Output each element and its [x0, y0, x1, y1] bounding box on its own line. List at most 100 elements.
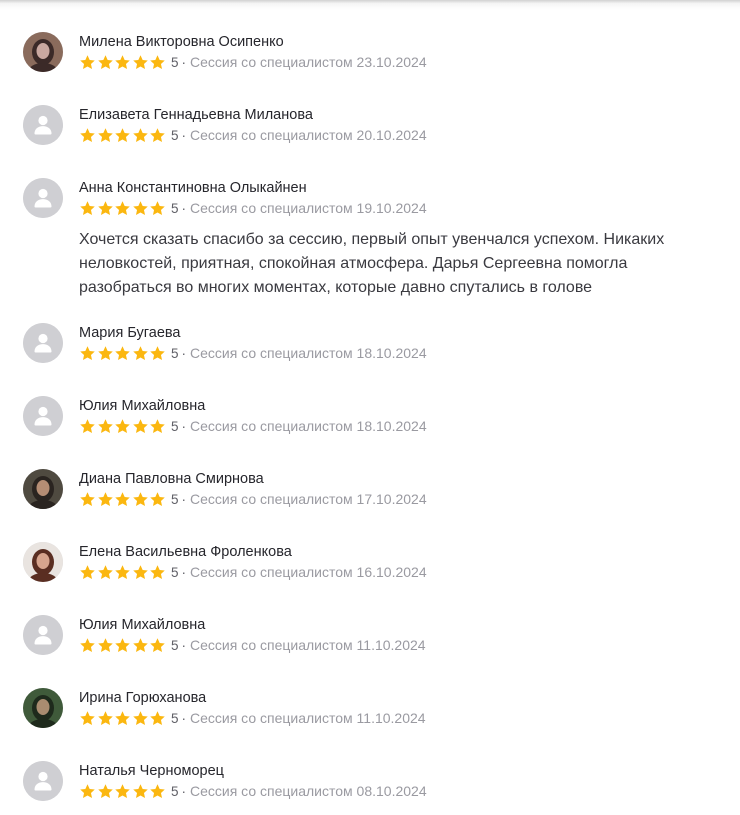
- session-date: Сессия со специалистом 08.10.2024: [189, 783, 427, 799]
- reviewer-name: Милена Викторовна Осипенко: [79, 34, 284, 50]
- review-meta: 5 · Сессия со специалистом 23.10.2024: [79, 52, 427, 72]
- star-icon: [133, 127, 148, 142]
- reviewer-name: Анна Константиновна Олыкайнен: [79, 180, 307, 196]
- meta-separator: ·: [181, 637, 186, 653]
- avatar: [23, 32, 63, 72]
- star-icon: [80, 54, 95, 69]
- meta-separator: ·: [181, 127, 186, 143]
- rating-value: 5: [170, 418, 179, 434]
- star-icon: [115, 564, 130, 579]
- rating-stars: [79, 345, 167, 362]
- star-icon: [115, 54, 130, 69]
- star-icon: [150, 200, 166, 215]
- rating-stars: [79, 564, 167, 581]
- review-meta: 5 · Сессия со специалистом 11.10.2024: [79, 708, 426, 728]
- user-icon: [23, 761, 63, 801]
- star-icon: [133, 345, 148, 360]
- star-icon: [150, 783, 166, 798]
- review-meta: 5 · Сессия со специалистом 08.10.2024: [79, 781, 427, 801]
- meta-separator: ·: [181, 564, 186, 580]
- star-icon: [80, 637, 95, 652]
- reviewer-name: Наталья Черноморец: [79, 763, 224, 779]
- star-icon: [80, 491, 95, 506]
- user-icon: [23, 178, 63, 218]
- review-meta: 5 · Сессия со специалистом 20.10.2024: [79, 125, 427, 145]
- rating-stars: [79, 637, 167, 654]
- rating-value: 5: [170, 54, 179, 70]
- review-meta: 5 · Сессия со специалистом 16.10.2024: [79, 562, 427, 582]
- star-icon: [115, 127, 130, 142]
- review-text: Хочется сказать спасибо за сессию, первы…: [79, 231, 665, 296]
- avatar: [23, 542, 63, 582]
- review-meta: 5 · Сессия со специалистом 11.10.2024: [79, 635, 426, 655]
- star-icon: [115, 418, 130, 433]
- rating-value: 5: [170, 345, 179, 361]
- star-icon: [115, 345, 130, 360]
- meta-separator: ·: [181, 200, 186, 216]
- reviewer-name: Елена Васильевна Фроленкова: [79, 544, 292, 560]
- rating-stars: [79, 200, 167, 217]
- star-icon: [97, 710, 113, 725]
- session-date: Сессия со специалистом 23.10.2024: [189, 54, 427, 70]
- reviewer-name: Диана Павловна Смирнова: [79, 471, 264, 487]
- star-icon: [80, 564, 95, 579]
- star-icon: [150, 127, 166, 142]
- session-date: Сессия со специалистом 19.10.2024: [189, 200, 427, 216]
- session-date: Сессия со специалистом 16.10.2024: [189, 564, 427, 580]
- header-shadow: [0, 0, 740, 10]
- star-icon: [97, 783, 113, 798]
- meta-separator: ·: [181, 710, 186, 726]
- meta-separator: ·: [181, 783, 186, 799]
- rating-value: 5: [170, 127, 179, 143]
- user-icon: [23, 323, 63, 363]
- rating-stars: [79, 783, 167, 800]
- rating-value: 5: [170, 564, 179, 580]
- star-icon: [115, 783, 130, 798]
- star-icon: [97, 637, 113, 652]
- session-date: Сессия со специалистом 18.10.2024: [189, 345, 427, 361]
- star-icon: [80, 783, 95, 798]
- rating-value: 5: [170, 710, 179, 726]
- star-icon: [80, 418, 95, 433]
- review-meta: 5 · Сессия со специалистом 17.10.2024: [79, 489, 427, 509]
- star-icon: [133, 200, 148, 215]
- star-icon: [150, 491, 166, 506]
- star-icon: [97, 54, 113, 69]
- user-icon: [23, 396, 63, 436]
- star-icon: [150, 637, 166, 652]
- star-icon: [150, 564, 166, 579]
- reviewer-name: Юлия Михайловна: [79, 398, 206, 414]
- star-icon: [115, 710, 130, 725]
- star-icon: [97, 564, 113, 579]
- star-icon: [133, 710, 148, 725]
- star-icon: [150, 418, 166, 433]
- star-icon: [150, 345, 166, 360]
- review-meta: 5 · Сессия со специалистом 18.10.2024: [79, 416, 427, 436]
- session-date: Сессия со специалистом 20.10.2024: [189, 127, 427, 143]
- meta-separator: ·: [181, 491, 186, 507]
- star-icon: [97, 418, 113, 433]
- rating-value: 5: [170, 491, 179, 507]
- star-icon: [133, 564, 148, 579]
- user-icon: [23, 105, 63, 145]
- star-icon: [150, 54, 166, 69]
- rating-stars: [79, 418, 167, 435]
- rating-stars: [79, 710, 167, 727]
- session-date: Сессия со специалистом 11.10.2024: [189, 710, 426, 726]
- avatar: [23, 469, 63, 509]
- star-icon: [80, 127, 95, 142]
- star-icon: [133, 54, 148, 69]
- star-icon: [133, 418, 148, 433]
- star-icon: [97, 345, 113, 360]
- rating-value: 5: [170, 200, 179, 216]
- meta-separator: ·: [181, 345, 186, 361]
- session-date: Сессия со специалистом 17.10.2024: [189, 491, 427, 507]
- star-icon: [115, 200, 130, 215]
- review-meta: 5 · Сессия со специалистом 19.10.2024: [79, 198, 427, 218]
- star-icon: [97, 200, 113, 215]
- reviewer-name: Мария Бугаева: [79, 325, 181, 341]
- rating-stars: [79, 54, 167, 71]
- star-icon: [97, 127, 113, 142]
- avatar: [23, 688, 63, 728]
- star-icon: [80, 200, 95, 215]
